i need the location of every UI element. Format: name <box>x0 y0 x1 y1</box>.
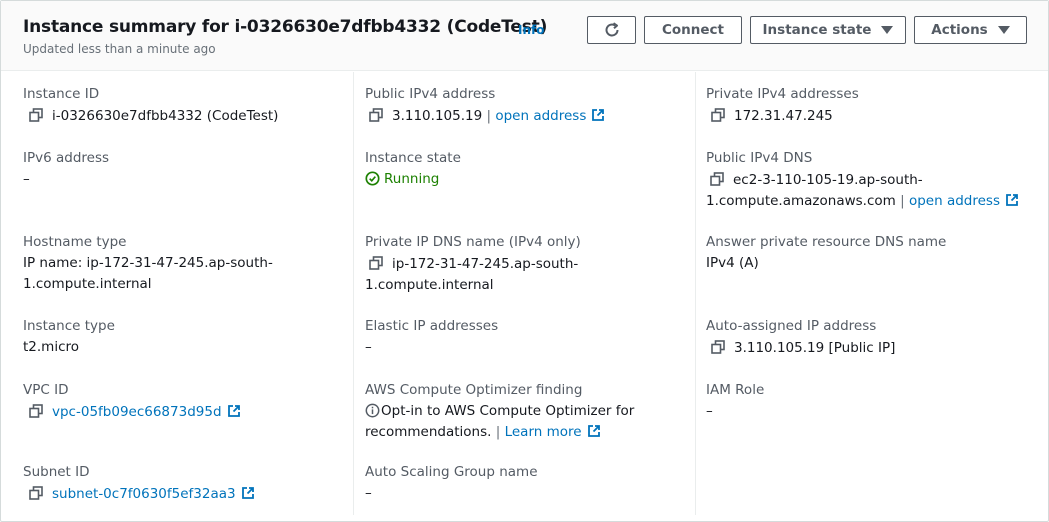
asg-name-label: Auto Scaling Group name <box>365 464 538 480</box>
optimizer-label: AWS Compute Optimizer finding <box>365 382 583 398</box>
page-title: Instance summary for i-0326630e7dfbb4332… <box>23 17 548 37</box>
instance-state-dropdown[interactable]: Instance state <box>750 16 906 44</box>
public-dns-label: Public IPv4 DNS <box>706 150 813 166</box>
external-link-icon[interactable] <box>591 108 605 122</box>
external-link-icon[interactable] <box>241 486 255 500</box>
instance-state-value: Running <box>365 169 439 190</box>
copy-icon[interactable] <box>29 108 43 122</box>
private-ipv4-label: Private IPv4 addresses <box>706 86 859 102</box>
subnet-id-label: Subnet ID <box>23 464 90 480</box>
panel-header: Instance summary for i-0326630e7dfbb4332… <box>1 1 1048 71</box>
answer-dns-value: IPv4 (A) <box>706 255 759 271</box>
hostname-type-label: Hostname type <box>23 234 127 250</box>
external-link-icon[interactable] <box>227 404 241 418</box>
vpc-id-label: VPC ID <box>23 382 69 398</box>
copy-icon[interactable] <box>369 108 383 122</box>
instance-id-label: Instance ID <box>23 86 100 102</box>
iam-role-label: IAM Role <box>706 382 765 398</box>
auto-ip-value: 3.110.105.19 [Public IP] <box>711 338 895 359</box>
elastic-ip-label: Elastic IP addresses <box>365 318 499 334</box>
instance-summary-panel: Instance summary for i-0326630e7dfbb4332… <box>0 0 1049 522</box>
asg-name-value: – <box>365 485 372 501</box>
answer-dns-label: Answer private resource DNS name <box>706 234 947 250</box>
copy-icon[interactable] <box>711 108 725 122</box>
instance-id-value: i-0326630e7dfbb4332 (CodeTest) <box>29 106 278 127</box>
subnet-id-value: subnet-0c7f0630f5ef32aa3 <box>29 484 255 505</box>
iam-role-value: – <box>706 403 713 419</box>
external-link-icon[interactable] <box>1005 193 1019 207</box>
updated-status: Updated less than a minute ago <box>23 42 216 56</box>
info-link[interactable]: Info <box>518 23 544 37</box>
copy-icon[interactable] <box>711 340 725 354</box>
copy-icon[interactable] <box>369 256 383 270</box>
caret-down-icon <box>997 26 1010 34</box>
refresh-button[interactable] <box>587 16 636 44</box>
subnet-id-link[interactable]: subnet-0c7f0630f5ef32aa3 <box>52 486 236 502</box>
actions-label: Actions <box>931 22 988 38</box>
actions-dropdown[interactable]: Actions <box>914 16 1027 44</box>
open-address-link[interactable]: open address <box>495 108 586 124</box>
open-address-link[interactable]: open address <box>909 193 1000 209</box>
public-dns-value: ec2-3-110-105-19.ap-south- 1.compute.ama… <box>706 170 1019 212</box>
instance-state-field-label: Instance state <box>365 150 461 166</box>
public-ipv4-label: Public IPv4 address <box>365 86 496 102</box>
instance-type-value: t2.micro <box>23 339 80 355</box>
check-circle-icon <box>365 171 380 186</box>
copy-icon[interactable] <box>29 486 43 500</box>
public-ipv4-value: 3.110.105.19 | open address <box>369 106 605 127</box>
info-circle-icon <box>365 403 380 418</box>
elastic-ip-value: – <box>365 339 372 355</box>
instance-type-label: Instance type <box>23 318 115 334</box>
auto-ip-label: Auto-assigned IP address <box>706 318 877 334</box>
instance-state-label: Instance state <box>762 22 872 38</box>
column-divider <box>353 72 354 515</box>
private-dns-label: Private IP DNS name (IPv4 only) <box>365 234 581 250</box>
connect-button[interactable]: Connect <box>644 16 742 44</box>
ipv6-label: IPv6 address <box>23 150 110 166</box>
external-link-icon[interactable] <box>587 424 601 438</box>
vpc-id-link[interactable]: vpc-05fb09ec66873d95d <box>52 404 222 420</box>
vpc-id-value: vpc-05fb09ec66873d95d <box>29 402 241 423</box>
optimizer-value: Opt-in to AWS Compute Optimizer for reco… <box>365 403 635 440</box>
private-dns-value: ip-172-31-47-245.ap-south- 1.compute.int… <box>365 256 579 293</box>
column-divider <box>695 72 696 515</box>
copy-icon[interactable] <box>29 404 43 418</box>
refresh-icon <box>605 22 618 37</box>
caret-down-icon <box>881 26 894 34</box>
learn-more-link[interactable]: Learn more <box>505 424 582 440</box>
copy-icon[interactable] <box>710 172 724 186</box>
private-ipv4-value: 172.31.47.245 <box>711 106 833 127</box>
hostname-type-value: IP name: ip-172-31-47-245.ap-south- 1.co… <box>23 255 273 292</box>
connect-button-label: Connect <box>661 22 724 38</box>
ipv6-value: – <box>23 171 30 187</box>
